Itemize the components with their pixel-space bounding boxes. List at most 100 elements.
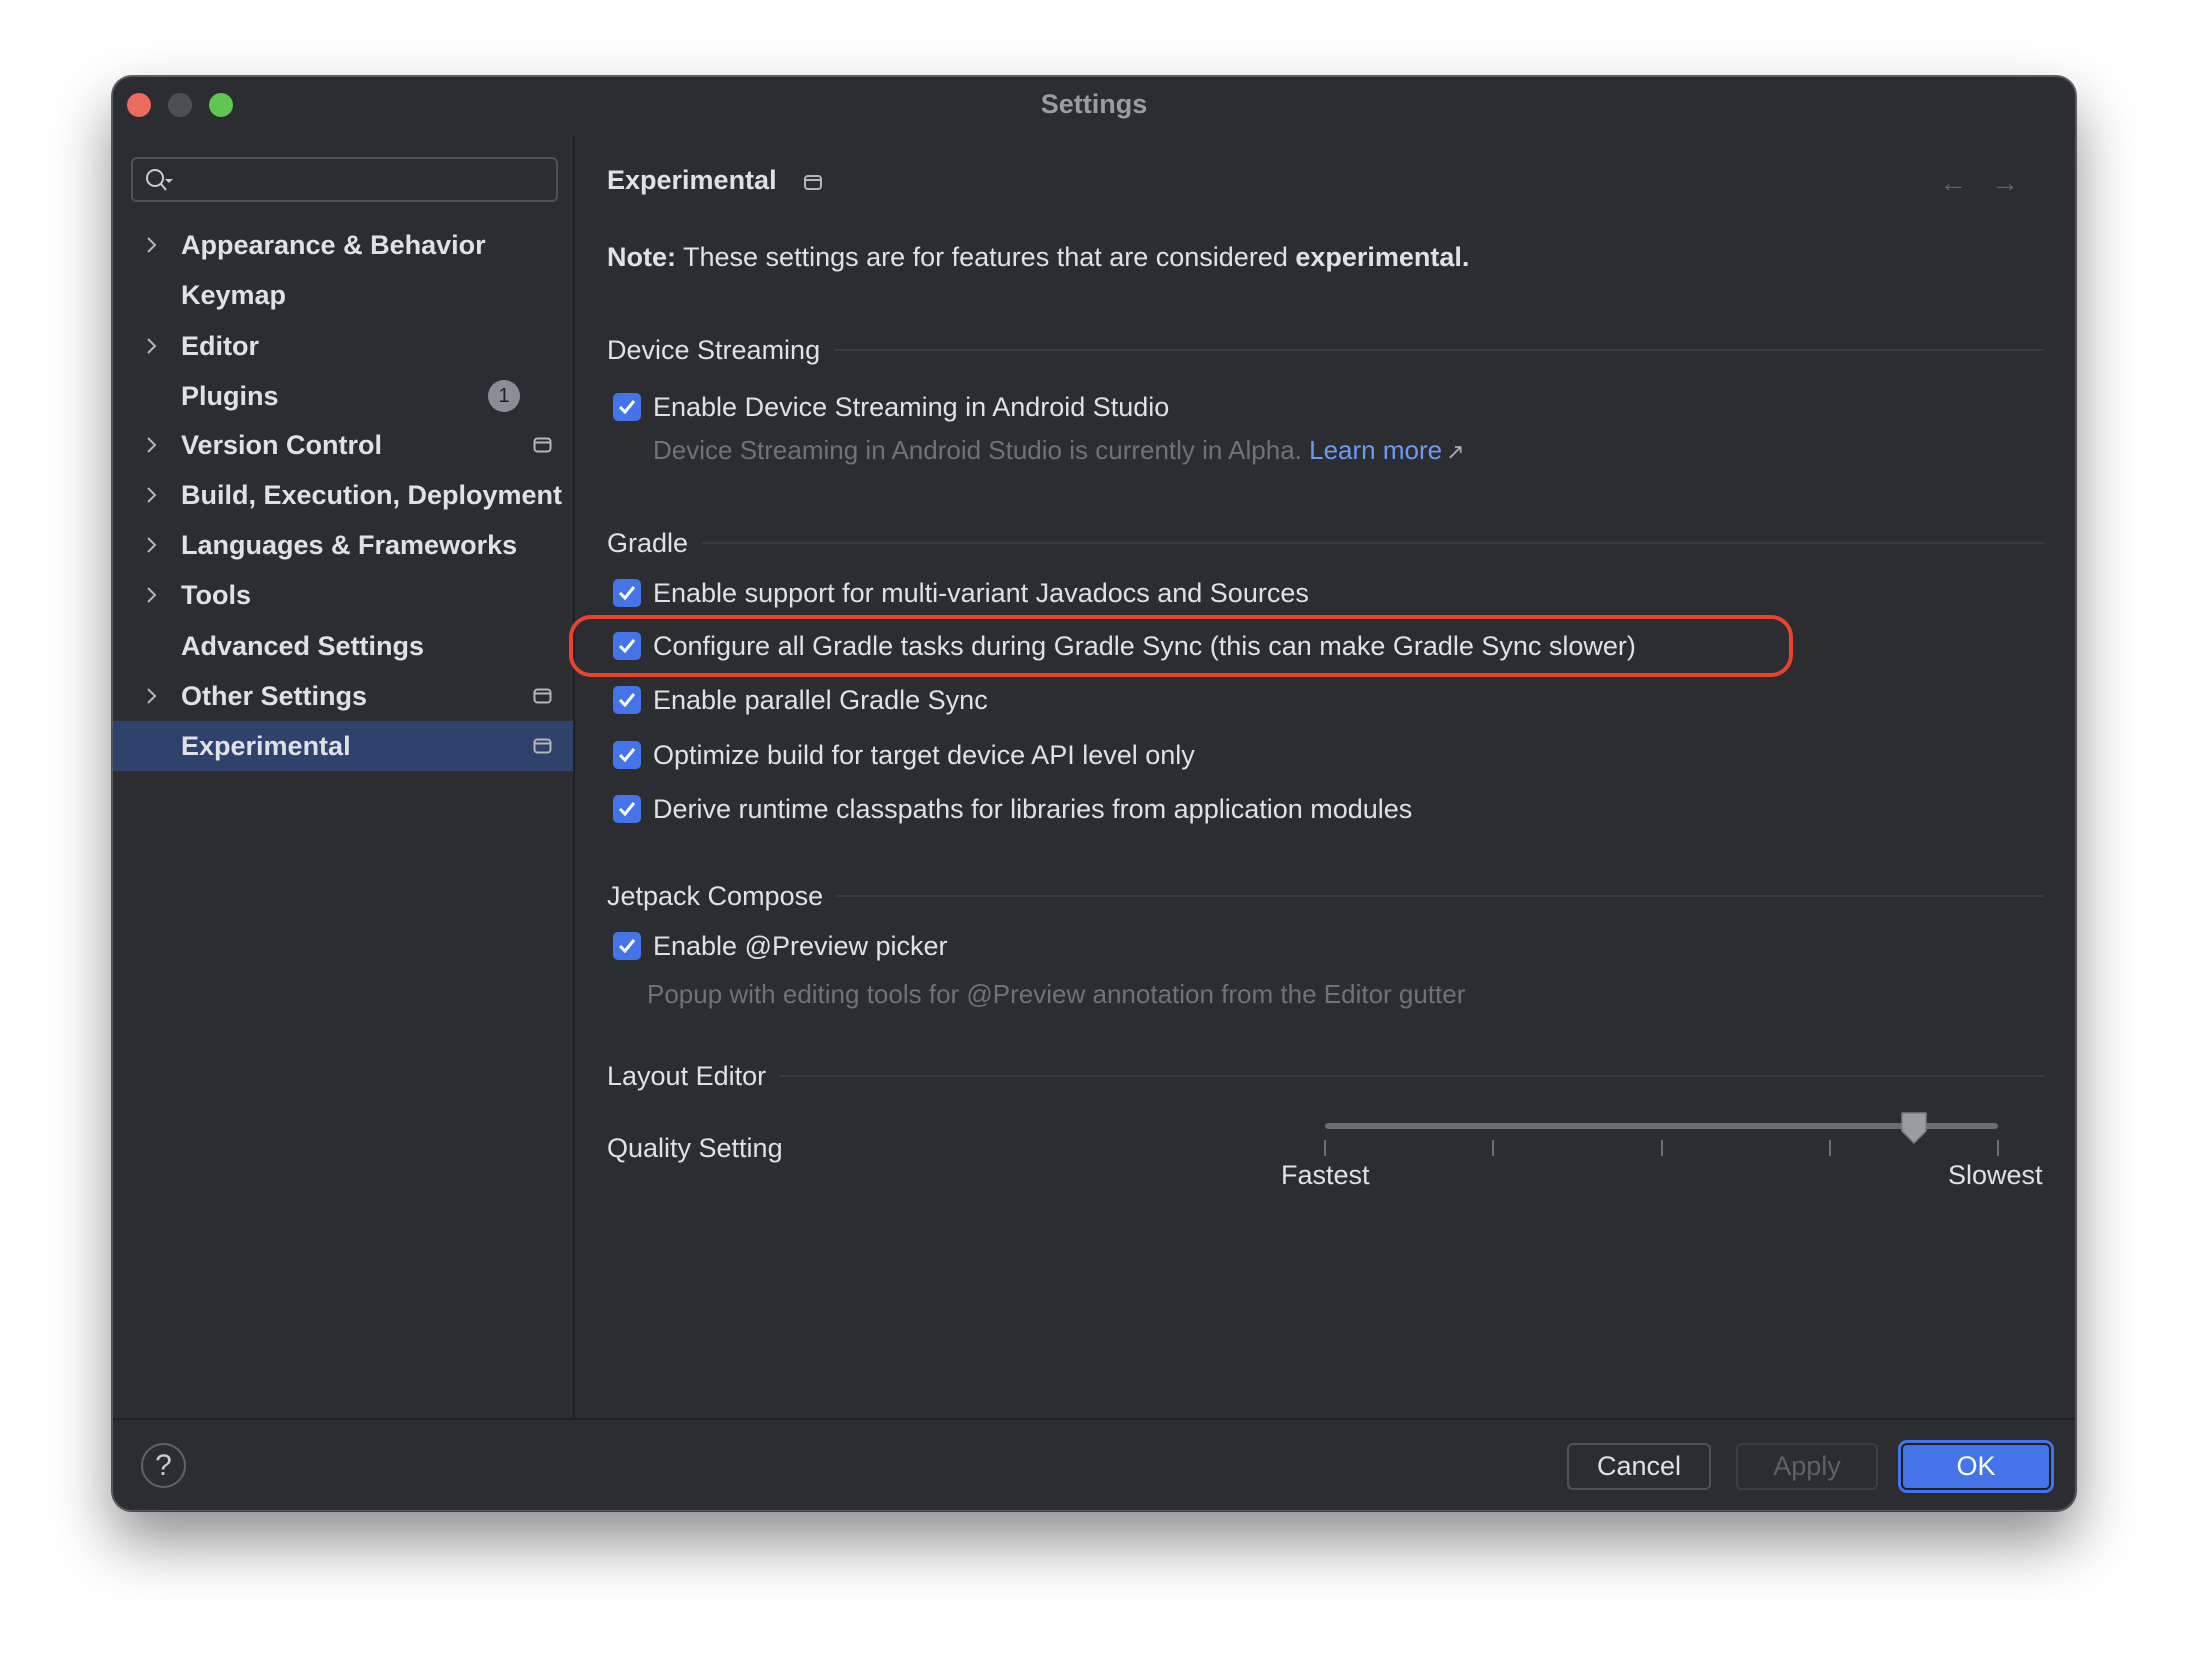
gradle-option[interactable]: Derive runtime classpaths for libraries …: [613, 791, 1412, 827]
option-label: Derive runtime classpaths for libraries …: [653, 793, 1413, 824]
section-separator: [837, 895, 2044, 897]
note-prefix: Note:: [607, 242, 676, 272]
chevron-right-icon[interactable]: [145, 585, 159, 605]
window-icon: [533, 738, 552, 754]
gradle-option[interactable]: Configure all Gradle tasks during Gradle…: [613, 628, 1636, 664]
gradle-option[interactable]: Optimize build for target device API lev…: [613, 737, 1195, 773]
section-gradle: Gradle: [607, 525, 2044, 561]
sidebar-item-experimental[interactable]: Experimental: [113, 721, 573, 771]
description-text: Device Streaming in Android Studio is cu…: [653, 435, 1302, 465]
arrow-left-icon[interactable]: ←: [1939, 169, 1967, 197]
chevron-right-icon[interactable]: [145, 235, 159, 255]
external-link-icon: ↗: [1446, 439, 1465, 464]
sidebar-item-label: Languages & Frameworks: [181, 529, 518, 560]
footer-divider: [113, 1418, 2075, 1420]
apply-button[interactable]: Apply: [1736, 1443, 1878, 1490]
option-label: Enable @Preview picker: [653, 930, 948, 961]
option-label: Enable Device Streaming in Android Studi…: [653, 391, 1170, 422]
search-icon: [146, 169, 173, 191]
preview-picker-description: Popup with editing tools for @Preview an…: [647, 979, 1466, 1009]
search-input[interactable]: [183, 163, 543, 196]
section-title: Layout Editor: [607, 1060, 767, 1091]
section-separator: [702, 542, 2044, 544]
chevron-right-icon[interactable]: [145, 535, 159, 555]
section-jetpack-compose: Jetpack Compose: [607, 878, 2044, 914]
quality-slider-track[interactable]: [1325, 1123, 1998, 1129]
section-separator: [780, 1075, 2044, 1077]
chevron-right-icon[interactable]: [145, 435, 159, 455]
learn-more-link[interactable]: Learn more: [1309, 435, 1442, 465]
checkmark-icon: [618, 939, 636, 954]
sidebar-item-label: Keymap: [181, 279, 287, 310]
sidebar-item-other-settings[interactable]: Other Settings: [113, 671, 573, 721]
option-label: Enable support for multi-variant Javadoc…: [653, 577, 1309, 608]
checkbox[interactable]: [613, 393, 641, 421]
chevron-right-icon[interactable]: [145, 485, 159, 505]
chevron-right-icon[interactable]: [145, 336, 159, 356]
sidebar-item-label: Plugins: [181, 380, 279, 411]
sidebar-item-tools[interactable]: Tools: [113, 570, 573, 620]
help-button[interactable]: ?: [141, 1443, 186, 1488]
checkbox[interactable]: [613, 632, 641, 660]
checkbox[interactable]: [613, 932, 641, 960]
checkbox[interactable]: [613, 741, 641, 769]
note-emphasis: experimental.: [1295, 242, 1470, 272]
sidebar-item-version-control[interactable]: Version Control: [113, 420, 573, 470]
sidebar-item-label: Experimental: [181, 730, 351, 761]
sidebar-item-languages-frameworks[interactable]: Languages & Frameworks: [113, 520, 573, 570]
section-separator: [834, 349, 2044, 351]
checkmark-icon: [618, 586, 636, 601]
update-count-badge: 1: [488, 380, 520, 412]
checkbox[interactable]: [613, 686, 641, 714]
slider-tick: [1997, 1140, 1999, 1156]
window-icon: [533, 688, 552, 704]
sidebar-item-label: Advanced Settings: [181, 630, 425, 661]
checkmark-icon: [618, 748, 636, 763]
slider-tick: [1324, 1140, 1326, 1156]
option-enable-device-streaming[interactable]: Enable Device Streaming in Android Studi…: [613, 389, 1169, 425]
slider-tick: [1660, 1140, 1663, 1156]
chevron-right-icon[interactable]: [145, 686, 159, 706]
gradle-option[interactable]: Enable parallel Gradle Sync: [613, 682, 988, 718]
sidebar-item-keymap[interactable]: Keymap: [113, 270, 573, 320]
slider-tick: [1492, 1140, 1495, 1156]
cancel-button[interactable]: Cancel: [1567, 1443, 1711, 1490]
sidebar-item-plugins[interactable]: Plugins 1: [113, 371, 573, 421]
option-label: Configure all Gradle tasks during Gradle…: [653, 630, 1636, 661]
sidebar-item-editor[interactable]: Editor: [113, 321, 573, 371]
settings-search[interactable]: [131, 157, 558, 202]
window-icon: [804, 175, 822, 190]
quality-slider-thumb[interactable]: [1899, 1111, 1929, 1145]
slider-max-label: Slowest: [1948, 1160, 2043, 1190]
sidebar-item-appearance-behavior[interactable]: Appearance & Behavior: [113, 220, 573, 270]
sidebar-divider: [573, 137, 575, 1419]
note-text: These settings are for features that are…: [676, 242, 1296, 272]
sidebar-item-label: Editor: [181, 330, 259, 361]
sidebar-item-label: Appearance & Behavior: [181, 229, 486, 260]
sidebar-item-label: Version Control: [181, 429, 383, 460]
checkbox[interactable]: [613, 795, 641, 823]
checkmark-icon: [618, 802, 636, 817]
checkmark-icon: [618, 693, 636, 708]
experimental-note: Note: These settings are for features th…: [607, 242, 1469, 273]
sidebar-item-label: Tools: [181, 579, 251, 610]
checkmark-icon: [618, 400, 636, 415]
arrow-right-icon[interactable]: →: [1991, 169, 2019, 197]
window-icon: [533, 437, 552, 453]
device-streaming-description: Device Streaming in Android Studio is cu…: [653, 435, 1465, 466]
ok-button[interactable]: OK: [1901, 1443, 2051, 1490]
slider-min-label: Fastest: [1281, 1160, 1370, 1190]
option-label: Optimize build for target device API lev…: [653, 739, 1195, 770]
settings-window: Settings Appearance & Behavior Keymap Edit…: [112, 76, 2076, 1511]
gradle-option[interactable]: Enable support for multi-variant Javadoc…: [613, 575, 1309, 611]
sidebar-item-label: Other Settings: [181, 680, 368, 711]
window-title: Settings: [1040, 89, 1148, 119]
quality-setting-label: Quality Setting: [607, 1133, 783, 1163]
slider-tick: [1828, 1140, 1831, 1156]
section-layout-editor: Layout Editor: [607, 1058, 2044, 1094]
sidebar-item-advanced-settings[interactable]: Advanced Settings: [113, 621, 573, 671]
sidebar-item-build-execution-deployment[interactable]: Build, Execution, Deployment: [113, 470, 573, 520]
option-enable-preview-picker[interactable]: Enable @Preview picker: [613, 928, 948, 964]
checkbox[interactable]: [613, 579, 641, 607]
sidebar-item-label: Build, Execution, Deployment: [181, 479, 563, 510]
